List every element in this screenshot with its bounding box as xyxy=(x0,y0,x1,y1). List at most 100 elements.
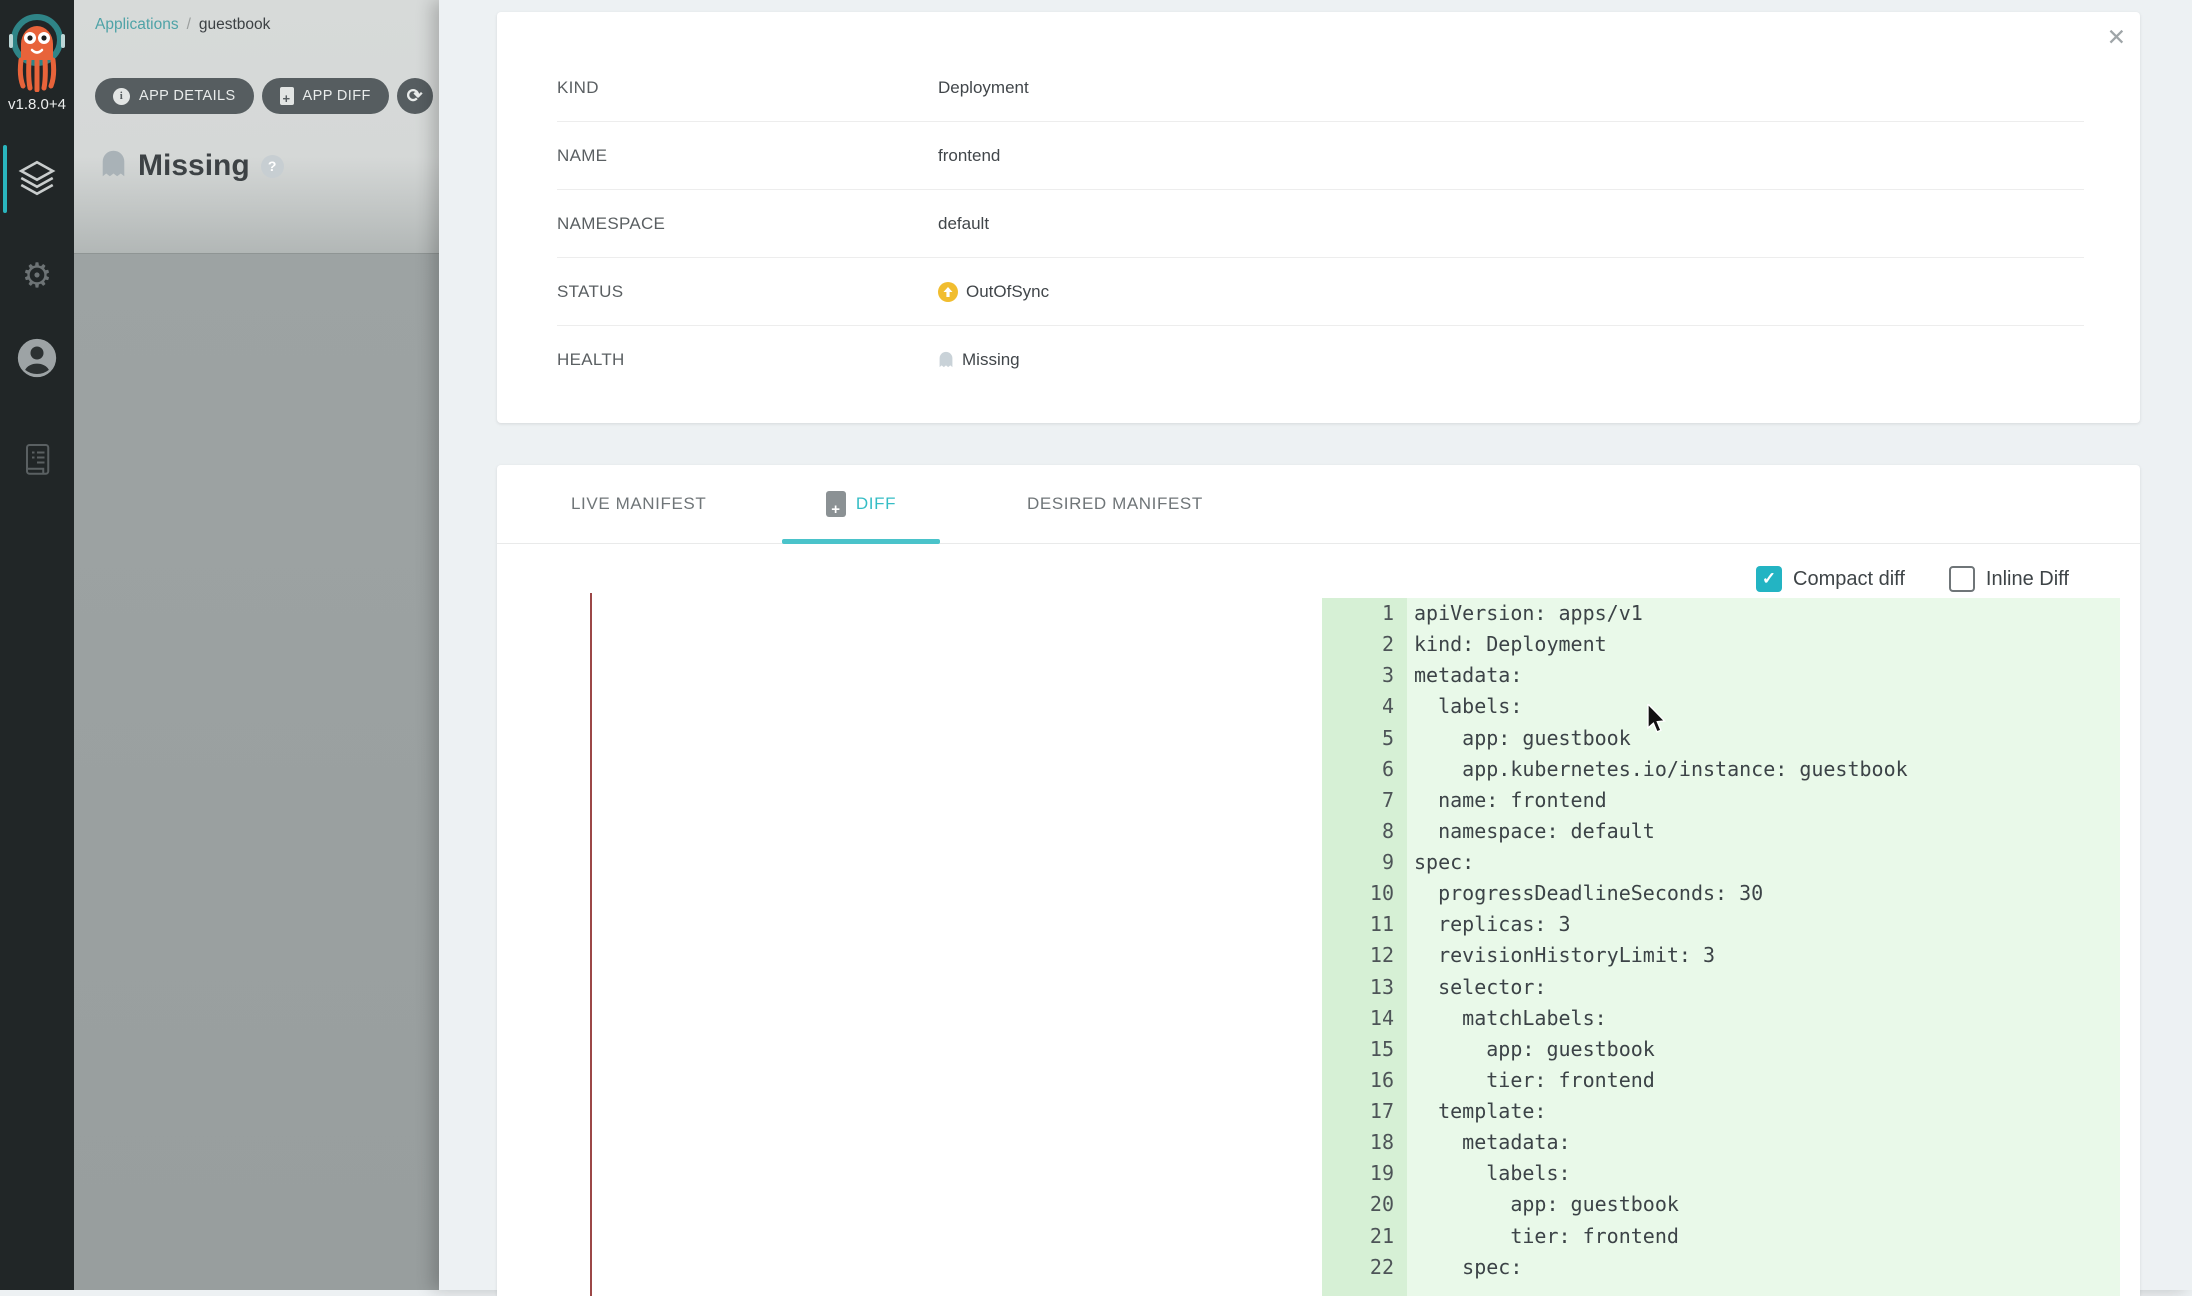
info-icon: i xyxy=(113,88,130,105)
diff-line-number: 22 xyxy=(1322,1252,1407,1283)
diff-line-number: 20 xyxy=(1322,1189,1407,1220)
sync-status-text: OutOfSync xyxy=(966,282,1049,302)
summary-row-health: HEALTH Missing xyxy=(557,326,2084,393)
app-details-button[interactable]: i APP DETAILS xyxy=(95,78,254,114)
diff-line-text: replicas: 3 xyxy=(1407,909,1571,940)
diff-deleted-marker xyxy=(590,593,592,1296)
app-toolbar: i APP DETAILS + APP DIFF ⟳ xyxy=(95,78,433,114)
summary-rows: KIND Deployment NAME frontend NAMESPACE … xyxy=(557,54,2084,393)
manifest-card: LIVE MANIFEST + DIFF DESIRED MANIFEST Co… xyxy=(497,465,2140,1296)
diff-line-number: 13 xyxy=(1322,972,1407,1003)
diff-line-text: progressDeadlineSeconds: 30 xyxy=(1407,878,1763,909)
breadcrumb-applications-link[interactable]: Applications xyxy=(95,16,179,34)
diff-line-number: 6 xyxy=(1322,754,1407,785)
sidebar-item-docs[interactable] xyxy=(0,434,74,490)
app-page-background: Applications / guestbook i APP DETAILS +… xyxy=(74,0,439,1290)
breadcrumb: Applications / guestbook xyxy=(95,16,270,34)
tab-desired-manifest[interactable]: DESIRED MANIFEST xyxy=(1027,465,1203,543)
summary-value: OutOfSync xyxy=(938,282,1049,302)
diff-line-text: template: xyxy=(1407,1096,1546,1127)
app-details-label: APP DETAILS xyxy=(139,88,236,104)
diff-line-text: app.kubernetes.io/instance: guestbook xyxy=(1407,754,1908,785)
sidebar-item-user[interactable] xyxy=(0,332,74,388)
app-page-header xyxy=(74,0,439,254)
summary-value: frontend xyxy=(938,146,1000,166)
diff-line: 8 namespace: default xyxy=(1322,816,2120,847)
diff-line-number: 10 xyxy=(1322,878,1407,909)
diff-line-number: 19 xyxy=(1322,1158,1407,1189)
tab-label: DESIRED MANIFEST xyxy=(1027,494,1203,514)
file-diff-icon: + xyxy=(826,491,846,517)
sidebar-item-applications[interactable] xyxy=(0,152,74,208)
diff-line-text: labels: xyxy=(1407,1158,1571,1189)
tab-diff[interactable]: + DIFF xyxy=(782,465,940,543)
diff-line-number: 4 xyxy=(1322,691,1407,722)
breadcrumb-separator: / xyxy=(187,16,191,34)
diff-line-text: app: guestbook xyxy=(1407,723,1631,754)
sidebar-item-settings[interactable]: ⚙ xyxy=(0,248,74,304)
diff-line-text: name: frontend xyxy=(1407,785,1607,816)
diff-line: 22 spec: xyxy=(1322,1252,2120,1283)
diff-line-text: labels: xyxy=(1407,691,1522,722)
compact-diff-label: Compact diff xyxy=(1793,568,1905,591)
diff-line-text: apiVersion: apps/v1 xyxy=(1407,598,1643,629)
diff-line: 12 revisionHistoryLimit: 3 xyxy=(1322,940,2120,971)
file-diff-icon: + xyxy=(280,87,294,105)
gears-icon: ⚙ xyxy=(22,259,52,293)
diff-line: 7 name: frontend xyxy=(1322,785,2120,816)
diff-line-number: 14 xyxy=(1322,1003,1407,1034)
summary-label: KIND xyxy=(557,78,938,98)
nav-sidebar: v1.8.0+4 ⚙ xyxy=(0,0,74,1290)
diff-line-text: metadata: xyxy=(1407,1127,1571,1158)
diff-line: 9spec: xyxy=(1322,847,2120,878)
help-icon[interactable]: ? xyxy=(261,155,284,178)
diff-line-number: 18 xyxy=(1322,1127,1407,1158)
summary-label: NAMESPACE xyxy=(557,214,938,234)
diff-line-text: spec: xyxy=(1407,1252,1522,1283)
app-health-heading: Missing ? xyxy=(100,148,284,184)
diff-line: 16 tier: frontend xyxy=(1322,1065,2120,1096)
active-tab-underline xyxy=(782,539,940,544)
diff-line: 14 matchLabels: xyxy=(1322,1003,2120,1034)
diff-line-number: 1 xyxy=(1322,598,1407,629)
tab-live-manifest[interactable]: LIVE MANIFEST xyxy=(571,465,706,543)
diff-line: 15 app: guestbook xyxy=(1322,1034,2120,1065)
sync-out-of-sync-icon xyxy=(938,282,958,302)
diff-line: 13 selector: xyxy=(1322,972,2120,1003)
ghost-icon xyxy=(100,148,127,184)
refresh-button[interactable]: ⟳ xyxy=(397,78,433,114)
diff-line-number: 12 xyxy=(1322,940,1407,971)
compact-diff-checkbox[interactable] xyxy=(1756,566,1782,592)
summary-row-status: STATUS OutOfSync xyxy=(557,258,2084,326)
breadcrumb-current: guestbook xyxy=(199,16,271,34)
diff-added-pane: 1apiVersion: apps/v12kind: Deployment3me… xyxy=(1322,598,2120,1296)
app-diff-button[interactable]: + APP DIFF xyxy=(262,78,389,114)
diff-line-text: matchLabels: xyxy=(1407,1003,1607,1034)
close-icon[interactable]: ✕ xyxy=(2107,26,2126,49)
diff-line-number: 8 xyxy=(1322,816,1407,847)
diff-line-text: selector: xyxy=(1407,972,1546,1003)
health-missing-ghost-icon xyxy=(938,350,954,369)
changelog-icon xyxy=(22,442,52,483)
diff-line: 3metadata: xyxy=(1322,660,2120,691)
diff-line-text: revisionHistoryLimit: 3 xyxy=(1407,940,1715,971)
health-status-text: Missing xyxy=(962,350,1020,370)
diff-line: 10 progressDeadlineSeconds: 30 xyxy=(1322,878,2120,909)
summary-value: Deployment xyxy=(938,78,1029,98)
inline-diff-checkbox[interactable] xyxy=(1949,566,1975,592)
summary-label: NAME xyxy=(557,146,938,166)
summary-row-kind: KIND Deployment xyxy=(557,54,2084,122)
diff-line: 4 labels: xyxy=(1322,691,2120,722)
summary-row-namespace: NAMESPACE default xyxy=(557,190,2084,258)
diff-line: 1apiVersion: apps/v1 xyxy=(1322,598,2120,629)
diff-line-number: 5 xyxy=(1322,723,1407,754)
diff-line-number: 9 xyxy=(1322,847,1407,878)
diff-line-text: app: guestbook xyxy=(1407,1034,1655,1065)
diff-line: 20 app: guestbook xyxy=(1322,1189,2120,1220)
refresh-icon: ⟳ xyxy=(407,85,423,108)
summary-value: Missing xyxy=(938,350,1020,370)
diff-line: 2kind: Deployment xyxy=(1322,629,2120,660)
summary-label: HEALTH xyxy=(557,350,938,370)
diff-line-text: app: guestbook xyxy=(1407,1189,1679,1220)
diff-line: 18 metadata: xyxy=(1322,1127,2120,1158)
